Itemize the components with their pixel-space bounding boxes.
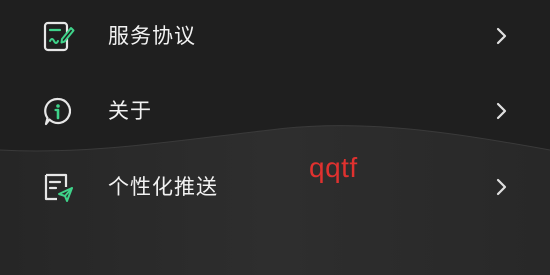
info-icon (44, 97, 72, 126)
agreement-document-icon (43, 21, 75, 52)
chevron-right-icon (496, 102, 507, 120)
menu-item-about[interactable]: 关于 (0, 81, 550, 141)
menu-item-label: 服务协议 (108, 24, 196, 48)
menu-item-label: 关于 (108, 99, 152, 123)
settings-screen: 服务协议 关于 个性化推送 qqtf (0, 0, 550, 275)
menu-item-personalized-push[interactable]: 个性化推送 (0, 157, 550, 217)
menu-item-label: 个性化推送 (108, 175, 218, 199)
settings-menu: 服务协议 关于 个性化推送 (0, 0, 550, 275)
chevron-right-icon (496, 27, 507, 45)
menu-item-service-agreement[interactable]: 服务协议 (0, 6, 550, 66)
overlay-text: qqtf (309, 152, 358, 183)
chevron-right-icon (496, 178, 507, 196)
push-settings-icon (44, 173, 73, 202)
